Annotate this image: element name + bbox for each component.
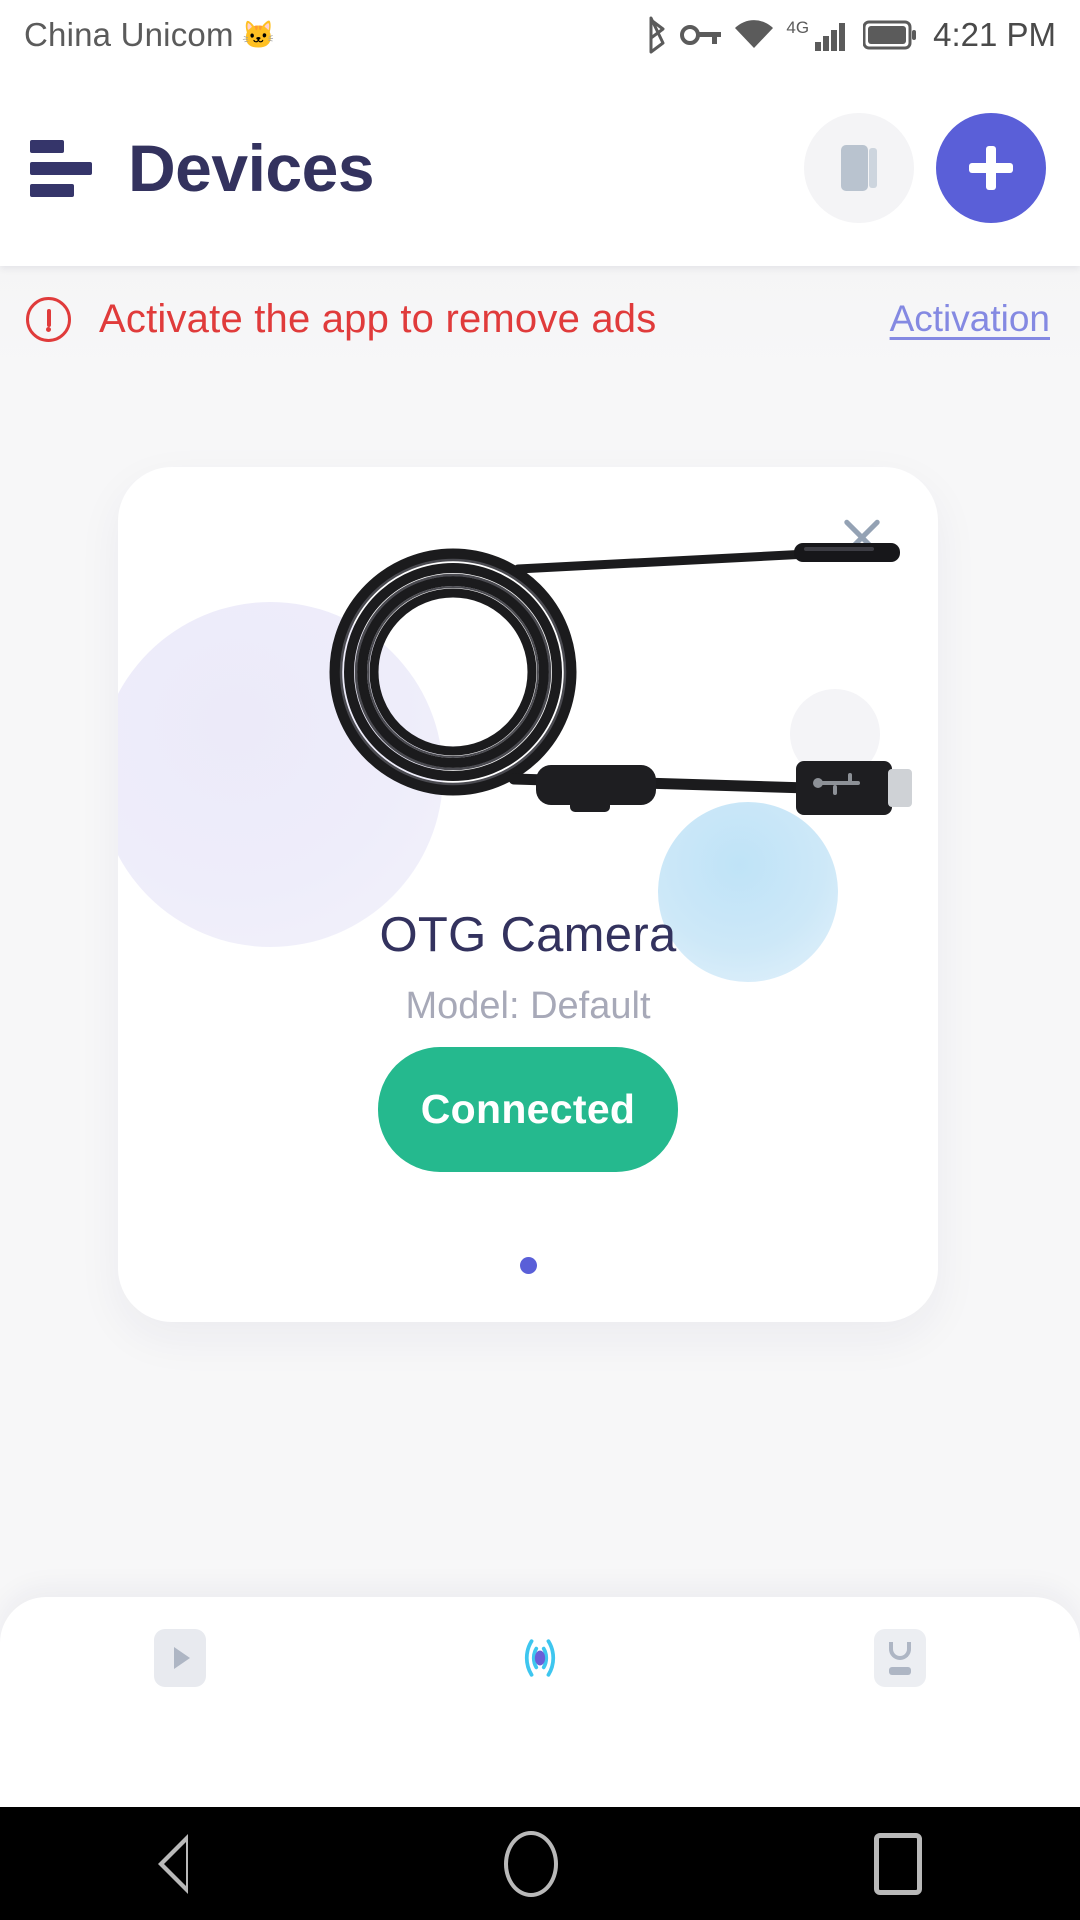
device-model: Model: Default (405, 985, 651, 1027)
device-card[interactable]: OTG Camera Model: Default Connected (118, 467, 938, 1322)
carrier-name: China Unicom (24, 16, 234, 53)
play-chip-icon (151, 1629, 209, 1687)
bluetooth-icon (649, 16, 665, 54)
menu-bar-3 (30, 183, 74, 197)
bottom-tab-bar (0, 1597, 1080, 1879)
page-indicator (118, 1257, 938, 1274)
alert-circle-icon (26, 296, 71, 342)
page-dot-active[interactable] (519, 1257, 537, 1274)
device-list-area: OTG Camera Model: Default Connected (0, 372, 1080, 1602)
status-bar: China Unicom 🐱 4G 4:21 PM (0, 0, 1080, 70)
status-icons: 4G 4:21 PM (643, 16, 1056, 54)
back-button[interactable] (158, 1833, 188, 1894)
otg-camera-cable-illustration (118, 507, 938, 837)
cellular-signal-icon (815, 23, 846, 51)
wifi-icon (735, 20, 774, 48)
app-bar-actions (804, 113, 1046, 223)
device-name: OTG Camera (379, 908, 677, 962)
status-badge[interactable]: Connected (378, 1047, 678, 1172)
book-button[interactable] (804, 113, 914, 223)
book-icon (841, 145, 877, 191)
media-tab[interactable] (0, 1629, 360, 1687)
network-type-label: 4G (786, 18, 810, 37)
ad-banner: Activate the app to remove ads Activatio… (0, 266, 1080, 372)
hamburger-menu-icon[interactable] (26, 136, 92, 200)
home-button[interactable] (504, 1830, 558, 1897)
app-bar: Devices (0, 70, 1080, 266)
usb-device-icon (871, 1629, 929, 1687)
clock-label: 4:21 PM (933, 16, 1056, 53)
menu-bar-1 (30, 139, 64, 153)
broadcast-signal-icon (511, 1629, 569, 1687)
connect-tab[interactable] (360, 1629, 720, 1687)
usb-device-tab[interactable] (720, 1629, 1080, 1687)
menu-bar-2 (30, 161, 92, 175)
plus-icon (969, 146, 1013, 190)
carrier-label: China Unicom 🐱 (24, 16, 275, 54)
add-device-button[interactable] (936, 113, 1046, 223)
banner-message: Activate the app to remove ads (99, 296, 657, 341)
vpn-key-icon (680, 25, 722, 45)
recents-button[interactable] (874, 1832, 922, 1895)
activation-link[interactable]: Activation (890, 298, 1050, 340)
android-navigation-bar (0, 1807, 1080, 1920)
page-title: Devices (128, 131, 375, 205)
cat-icon: 🐱 (241, 19, 276, 50)
battery-icon (863, 20, 917, 50)
